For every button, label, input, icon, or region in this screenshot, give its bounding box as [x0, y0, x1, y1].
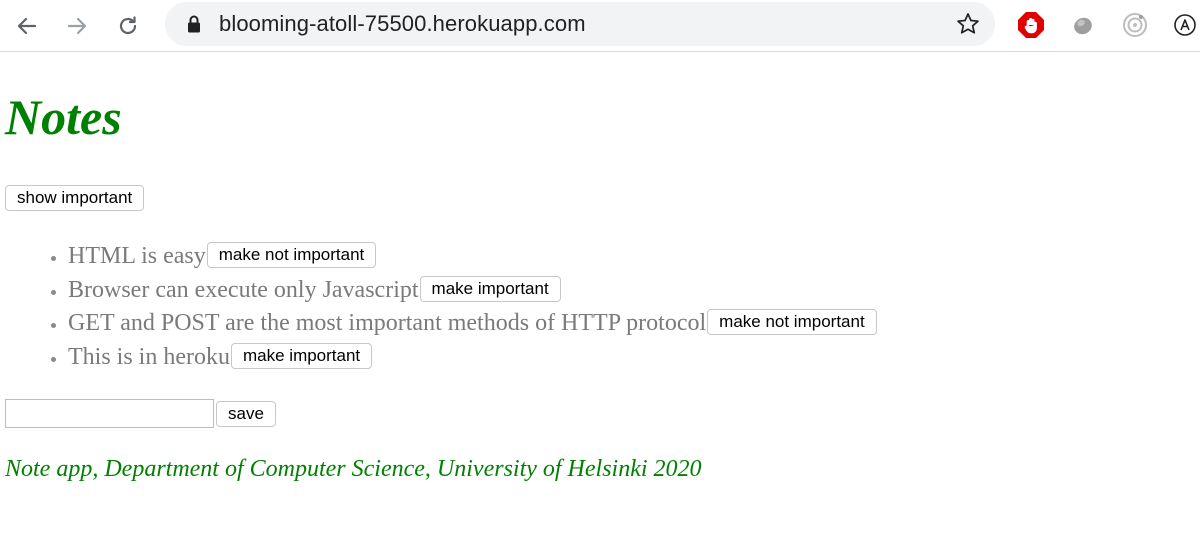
page-title: Notes [5, 89, 122, 145]
back-arrow-icon[interactable] [10, 9, 44, 43]
lock-icon[interactable] [187, 15, 201, 38]
url-text[interactable]: blooming-atoll-75500.herokuapp.com [219, 11, 586, 37]
browser-toolbar: blooming-atoll-75500.herokuapp.com [0, 0, 1200, 52]
circle-target-extension-icon[interactable] [1120, 10, 1150, 40]
star-icon[interactable] [955, 11, 981, 42]
grey-blob-extension-icon[interactable] [1068, 10, 1098, 40]
show-important-button[interactable]: show important [5, 185, 145, 211]
toggle-importance-button[interactable]: make important [231, 342, 373, 369]
note-item: Browser can execute only Javascriptmake … [68, 274, 877, 308]
save-button[interactable]: save [216, 401, 276, 427]
forward-arrow-icon[interactable] [60, 9, 94, 43]
note-content: This is in heroku [68, 343, 230, 370]
address-bar[interactable]: blooming-atoll-75500.herokuapp.com [165, 2, 995, 46]
note-item: GET and POST are the most important meth… [68, 307, 877, 341]
new-note-input[interactable] [5, 399, 214, 428]
toggle-importance-button[interactable]: make important [419, 275, 561, 302]
note-item: HTML is easymake not important [68, 240, 877, 274]
reload-icon[interactable] [111, 9, 145, 43]
note-item: This is in herokumake important [68, 341, 877, 375]
footer-text: Note app, Department of Computer Science… [5, 456, 702, 482]
circled-a-extension-icon[interactable] [1170, 10, 1200, 40]
note-content: Browser can execute only Javascript [68, 276, 419, 303]
adblock-stop-icon[interactable] [1016, 10, 1046, 40]
toggle-importance-button[interactable]: make not important [206, 242, 377, 268]
note-content: GET and POST are the most important meth… [68, 310, 707, 336]
toggle-importance-button[interactable]: make not important [707, 309, 877, 335]
notes-list: HTML is easymake not important Browser c… [0, 240, 877, 374]
note-content: HTML is easy [68, 243, 206, 269]
